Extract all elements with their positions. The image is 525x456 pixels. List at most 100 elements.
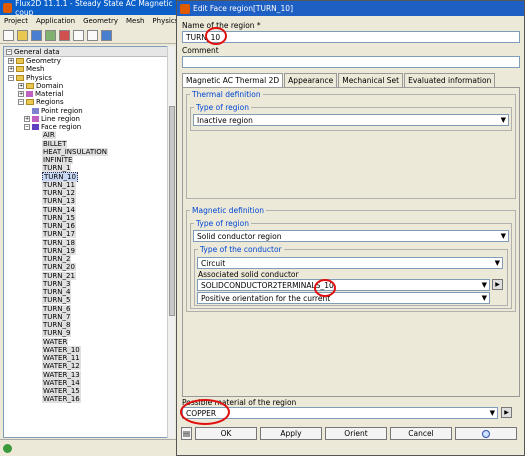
face-region-item[interactable]: TURN_9 [42, 329, 174, 338]
expand-icon[interactable]: + [24, 115, 30, 122]
face-region-item[interactable]: TURN_3 [42, 279, 174, 288]
tree-item-point-region[interactable]: Point region [8, 107, 174, 115]
undo-icon[interactable] [73, 29, 84, 41]
face-region-item[interactable]: TURN_8 [42, 321, 174, 329]
conductor-edit-icon[interactable]: ▶ [492, 279, 503, 290]
apply-button[interactable]: Apply [260, 427, 322, 440]
face-region-item[interactable]: WATER_14 [42, 378, 174, 387]
new-project-icon[interactable] [3, 29, 14, 41]
scrollbar-thumb[interactable] [169, 106, 175, 316]
material-edit-icon[interactable]: ▶ [501, 407, 512, 418]
tree-header[interactable]: − General data [4, 47, 174, 57]
face-region-label: TURN_7 [42, 312, 72, 321]
face-region-item[interactable]: TURN_18 [42, 238, 174, 247]
tab-magnetic-ac-thermal[interactable]: Magnetic AC Thermal 2D [182, 73, 284, 87]
face-region-item[interactable]: BILLET [42, 139, 174, 148]
tab-evaluated-information[interactable]: Evaluated information [404, 73, 496, 87]
expand-icon[interactable]: + [8, 58, 14, 64]
collapse-icon[interactable]: − [8, 74, 14, 81]
options-icon[interactable]: ▤ [181, 427, 192, 440]
face-region-item[interactable]: TURN_16 [42, 222, 174, 230]
tab-mechanical-set[interactable]: Mechanical Set [338, 73, 404, 87]
face-region-item[interactable]: HEAT_INSULATION [42, 147, 174, 156]
menu-mesh[interactable]: Mesh [122, 17, 148, 25]
collapse-icon[interactable]: − [18, 99, 24, 106]
face-region-item[interactable]: TURN_5 [42, 296, 174, 305]
face-region-item[interactable]: TURN_12 [42, 189, 174, 197]
face-region-item[interactable]: WATER_15 [42, 387, 174, 395]
tools-icon[interactable] [59, 29, 70, 41]
dialog-title: Edit Face region[TURN_10] [193, 4, 294, 13]
face-region-item[interactable]: TURN_17 [42, 230, 174, 239]
conductor-type-select[interactable]: Circuit ▼ [197, 257, 503, 269]
face-region-item[interactable]: TURN_11 [42, 180, 174, 189]
dialog-app-icon [180, 3, 190, 14]
help-icon [482, 429, 490, 438]
face-region-item[interactable]: WATER [42, 337, 174, 346]
orient-button[interactable]: Orient [325, 427, 387, 440]
face-region-item[interactable]: TURN_2 [42, 255, 174, 263]
face-region-label: TURN_9 [42, 329, 72, 338]
collapse-icon[interactable]: − [6, 48, 12, 55]
magnetic-definition-title: Magnetic definition [190, 206, 267, 215]
annotation-circle [205, 27, 227, 45]
face-region-item[interactable]: TURN_4 [42, 288, 174, 296]
face-region-item[interactable]: TURN_7 [42, 312, 174, 321]
face-region-label: WATER_11 [42, 354, 81, 362]
comment-field[interactable] [182, 56, 520, 68]
face-region-item[interactable]: TURN_6 [42, 304, 174, 313]
save-as-icon[interactable] [45, 29, 56, 41]
face-region-label: TURN_11 [42, 180, 76, 189]
region-name-field[interactable]: TURN_10 [182, 31, 520, 43]
expand-icon[interactable]: + [18, 82, 24, 89]
thermal-type-select[interactable]: Inactive region ▼ [193, 114, 509, 126]
tree-item-mesh[interactable]: + Mesh [8, 65, 174, 73]
face-region-item[interactable]: WATER_16 [42, 395, 174, 404]
open-folder-icon[interactable] [17, 29, 28, 41]
tree-item-geometry[interactable]: + Geometry [8, 57, 174, 65]
tab-panel: Thermal definition Type of region Inacti… [182, 87, 520, 397]
tree-item-material[interactable]: + Material [8, 90, 174, 98]
tree-item-label: Mesh [26, 65, 45, 74]
face-region-item[interactable]: TURN_20 [42, 263, 174, 272]
face-region-item[interactable]: TURN_19 [42, 246, 174, 255]
collapse-icon[interactable]: − [24, 124, 30, 130]
tab-appearance[interactable]: Appearance [284, 73, 338, 87]
redo-icon[interactable] [87, 29, 98, 41]
face-region-label: TURN_6 [42, 304, 72, 313]
menu-geometry[interactable]: Geometry [79, 17, 122, 25]
face-region-item[interactable]: INFINITE [42, 156, 174, 164]
face-region-item[interactable]: TURN_14 [42, 205, 174, 214]
conductor-type-group: Type of the conductor Circuit ▼ Associate… [194, 245, 508, 306]
face-region-item[interactable]: WATER_13 [42, 370, 174, 379]
expand-icon[interactable]: + [18, 91, 24, 97]
face-region-item[interactable]: WATER_10 [42, 345, 174, 354]
help-button[interactable] [455, 427, 517, 440]
cancel-button[interactable]: Cancel [390, 427, 452, 440]
menu-project[interactable]: Project [0, 17, 32, 25]
tree-item-face-region[interactable]: − Face region [8, 123, 174, 131]
save-icon[interactable] [31, 29, 42, 41]
face-region-label: WATER_10 [42, 345, 81, 354]
face-region-item[interactable]: TURN_15 [42, 213, 174, 222]
orientation-select[interactable]: Positive orientation for the current ▼ [197, 292, 490, 304]
ok-button[interactable]: OK [195, 427, 257, 440]
face-region-item[interactable]: WATER_11 [42, 354, 174, 362]
tree-scrollbar[interactable] [167, 46, 175, 438]
expand-icon[interactable]: + [8, 66, 14, 73]
view-icon[interactable] [101, 29, 112, 41]
face-region-item[interactable]: AIR [42, 131, 174, 140]
tree-item-physics[interactable]: − Physics [8, 74, 174, 82]
magnetic-type-select[interactable]: Solid conductor region ▼ [193, 230, 509, 242]
tree-item-domain[interactable]: + Domain [8, 82, 174, 90]
dialog-titlebar: Edit Face region[TURN_10] [177, 1, 524, 16]
associated-conductor-select[interactable]: SOLIDCONDUCTOR2TERMINALS_10 ▼ [197, 279, 490, 291]
menu-application[interactable]: Application [32, 17, 79, 25]
face-region-item[interactable]: TURN_10 [42, 171, 174, 182]
face-region-label: TURN_19 [42, 246, 76, 255]
tree-item-line-region[interactable]: + Line region [8, 115, 174, 123]
tree-item-regions[interactable]: − Regions [8, 98, 174, 106]
face-region-item[interactable]: TURN_13 [42, 197, 174, 206]
face-region-item[interactable]: WATER_12 [42, 362, 174, 371]
face-region-item[interactable]: TURN_21 [42, 271, 174, 280]
